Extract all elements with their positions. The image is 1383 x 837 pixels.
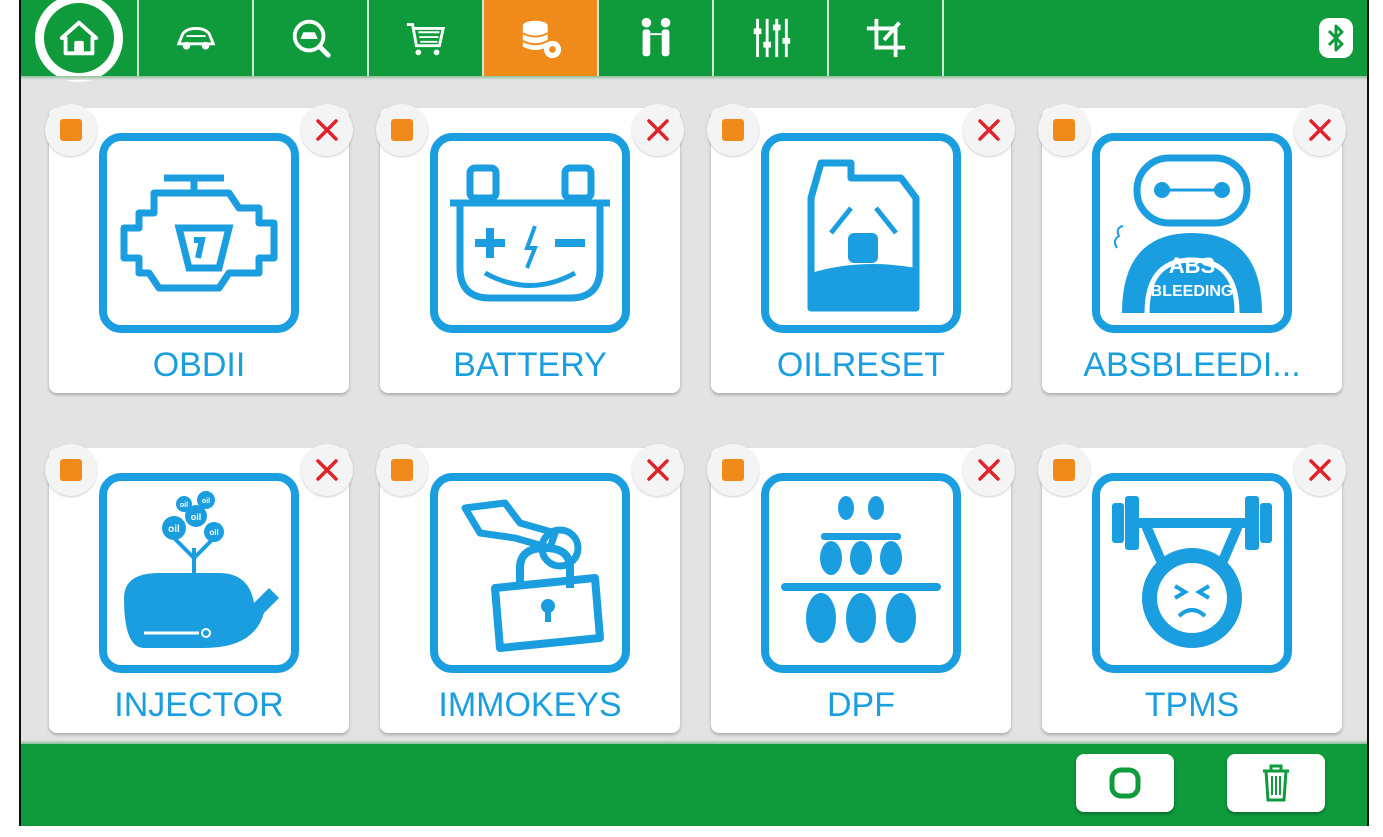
app-card-battery[interactable]: BATTERY: [376, 104, 684, 393]
select-all-icon: [1109, 767, 1141, 799]
select-checkbox[interactable]: [376, 444, 428, 496]
tab-crop[interactable]: [829, 0, 944, 76]
select-checkbox[interactable]: [707, 444, 759, 496]
tab-shop[interactable]: [369, 0, 484, 76]
close-icon: [978, 459, 1000, 481]
app-label: OBDII: [152, 346, 246, 384]
tire-lift-icon: [1092, 473, 1292, 673]
remove-button[interactable]: [301, 444, 353, 496]
svg-text:oil: oil: [191, 512, 202, 522]
app-label: INJECTOR: [114, 686, 284, 724]
close-icon: [1309, 119, 1331, 141]
app-card-immokeys[interactable]: IMMOKEYS: [376, 444, 684, 733]
app-label: OILRESET: [776, 346, 946, 384]
app-label: DPF: [827, 686, 895, 724]
app-label: BATTERY: [453, 346, 607, 384]
select-checkbox[interactable]: [1038, 104, 1090, 156]
engine-icon: [99, 133, 299, 333]
trash-icon: [1263, 764, 1289, 802]
svg-text:oil: oil: [168, 524, 180, 535]
remove-button[interactable]: [632, 104, 684, 156]
select-checkbox[interactable]: [45, 444, 97, 496]
remove-button[interactable]: [1294, 104, 1346, 156]
crop-icon: [866, 18, 905, 58]
tab-vehicle[interactable]: [139, 0, 254, 76]
svg-text:oil: oil: [180, 502, 188, 509]
key-lock-icon: [430, 473, 630, 673]
app-window: OBDII BATTERY OILRESET ABS BLEEDING ABSB…: [19, 0, 1369, 826]
app-label: TPMS: [1144, 686, 1240, 724]
tab-settings[interactable]: [714, 0, 829, 76]
top-nav-bar: [21, 0, 1367, 82]
app-label: IMMOKEYS: [438, 686, 622, 724]
car-icon: [176, 26, 215, 50]
select-all-button[interactable]: [1076, 754, 1174, 812]
app-label: ABSBLEEDI...: [1083, 346, 1301, 384]
close-icon: [978, 119, 1000, 141]
app-card-obdii[interactable]: OBDII: [45, 104, 353, 393]
battery-icon: [430, 133, 630, 333]
close-icon: [316, 459, 338, 481]
close-icon: [1309, 459, 1331, 481]
remove-button[interactable]: [1294, 444, 1346, 496]
remove-button[interactable]: [301, 104, 353, 156]
shopping-cart-icon: [406, 23, 445, 56]
select-checkbox[interactable]: [707, 104, 759, 156]
whale-injector-icon: oil oil oil oil oil: [99, 473, 299, 673]
select-checkbox[interactable]: [45, 104, 97, 156]
tab-home[interactable]: [21, 0, 139, 82]
svg-text:oil: oil: [202, 498, 210, 505]
remove-button[interactable]: [963, 444, 1015, 496]
select-checkbox[interactable]: [1038, 444, 1090, 496]
remove-button[interactable]: [632, 444, 684, 496]
app-grid: OBDII BATTERY OILRESET ABS BLEEDING ABSB…: [21, 96, 1367, 733]
svg-text:BLEEDING: BLEEDING: [1151, 283, 1234, 300]
people-icon: [641, 17, 670, 57]
close-icon: [647, 119, 669, 141]
dpf-filter-icon: [761, 473, 961, 673]
tab-data-settings[interactable]: [484, 0, 599, 76]
oil-can-icon: [761, 133, 961, 333]
remove-button[interactable]: [963, 104, 1015, 156]
delete-button[interactable]: [1227, 754, 1325, 812]
app-card-oilreset[interactable]: OILRESET: [707, 104, 1015, 393]
svg-text:ABS: ABS: [1169, 253, 1215, 278]
abs-bleeding-icon: ABS BLEEDING: [1092, 133, 1292, 333]
svg-text:oil: oil: [209, 528, 218, 537]
bluetooth-status[interactable]: [1319, 18, 1353, 58]
app-card-tpms[interactable]: TPMS: [1038, 444, 1346, 733]
select-checkbox[interactable]: [376, 104, 428, 156]
app-card-injector[interactable]: oil oil oil oil oil INJECTOR: [45, 444, 353, 733]
database-settings-icon: [521, 20, 561, 59]
close-icon: [647, 459, 669, 481]
bluetooth-icon: [1327, 24, 1344, 52]
app-card-absbleeding[interactable]: ABS BLEEDING ABSBLEEDI...: [1038, 104, 1346, 393]
app-card-dpf[interactable]: DPF: [707, 444, 1015, 733]
tab-search-vehicle[interactable]: [254, 0, 369, 76]
tab-users[interactable]: [599, 0, 714, 76]
close-icon: [316, 119, 338, 141]
car-search-icon: [292, 19, 331, 58]
bottom-toolbar: [21, 740, 1367, 826]
sliders-icon: [753, 18, 790, 58]
home-icon: [35, 0, 123, 82]
